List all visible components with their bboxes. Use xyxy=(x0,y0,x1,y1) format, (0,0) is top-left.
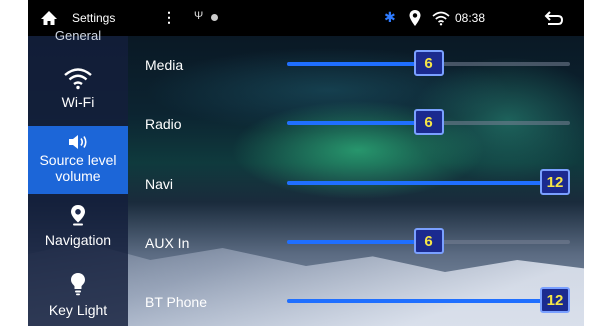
slider-fill xyxy=(287,181,555,185)
row-label-navi: Navi xyxy=(145,176,174,192)
sidebar-item-wifi[interactable]: Wi-Fi xyxy=(28,60,128,122)
slider-fill xyxy=(287,299,555,303)
sidebar-item-general[interactable]: General xyxy=(28,28,128,46)
settings-sidebar: General Wi-Fi Source level volume Naviga… xyxy=(28,28,128,326)
screen: Settings ⋮ Ψ ✱ 08:38 General Wi-Fi Sourc… xyxy=(28,0,584,326)
location-icon xyxy=(409,10,421,26)
more-menu-icon[interactable]: ⋮ xyxy=(162,9,176,26)
media-volume-slider[interactable]: 6 xyxy=(287,50,570,76)
sidebar-item-label: Navigation xyxy=(44,232,112,248)
aux-in-volume-slider[interactable]: 6 xyxy=(287,228,570,254)
slider-knob[interactable]: 12 xyxy=(540,287,570,313)
bulb-icon xyxy=(71,273,85,296)
page-title: Settings xyxy=(72,11,116,25)
sidebar-item-label: Key Light xyxy=(48,302,108,318)
clock: 08:38 xyxy=(455,11,486,25)
home-icon[interactable] xyxy=(40,9,58,27)
sidebar-item-label: Wi-Fi xyxy=(61,94,95,110)
sidebar-item-label: General xyxy=(54,28,102,43)
wifi-icon xyxy=(64,68,92,90)
slider-knob[interactable]: 6 xyxy=(413,109,444,135)
row-label-media: Media xyxy=(145,57,184,73)
media-status-icon xyxy=(211,14,218,21)
sidebar-item-key-light[interactable]: Key Light xyxy=(28,264,128,326)
slider-knob[interactable]: 12 xyxy=(540,169,570,195)
speaker-icon xyxy=(69,135,87,149)
sidebar-item-label: Source level volume xyxy=(39,152,117,184)
slider-knob[interactable]: 6 xyxy=(413,228,444,254)
slider-fill xyxy=(287,62,429,66)
back-icon[interactable] xyxy=(543,9,565,27)
usb-icon: Ψ xyxy=(194,10,204,22)
bt-phone-volume-slider[interactable]: 12 xyxy=(287,287,570,313)
radio-volume-slider[interactable]: 6 xyxy=(287,109,570,135)
location-pin-icon xyxy=(71,205,85,226)
slider-fill xyxy=(287,240,429,244)
bluetooth-icon: ✱ xyxy=(384,9,396,25)
navi-volume-slider[interactable]: 12 xyxy=(287,169,570,195)
wifi-signal-icon xyxy=(432,11,450,26)
sidebar-item-navigation[interactable]: Navigation xyxy=(28,196,128,260)
row-label-radio: Radio xyxy=(145,116,182,132)
row-label-aux-in: AUX In xyxy=(145,235,190,251)
sidebar-item-source-level-volume[interactable]: Source level volume xyxy=(28,126,128,194)
row-label-bt-phone: BT Phone xyxy=(145,294,208,310)
slider-fill xyxy=(287,121,429,125)
slider-knob[interactable]: 6 xyxy=(413,50,444,76)
